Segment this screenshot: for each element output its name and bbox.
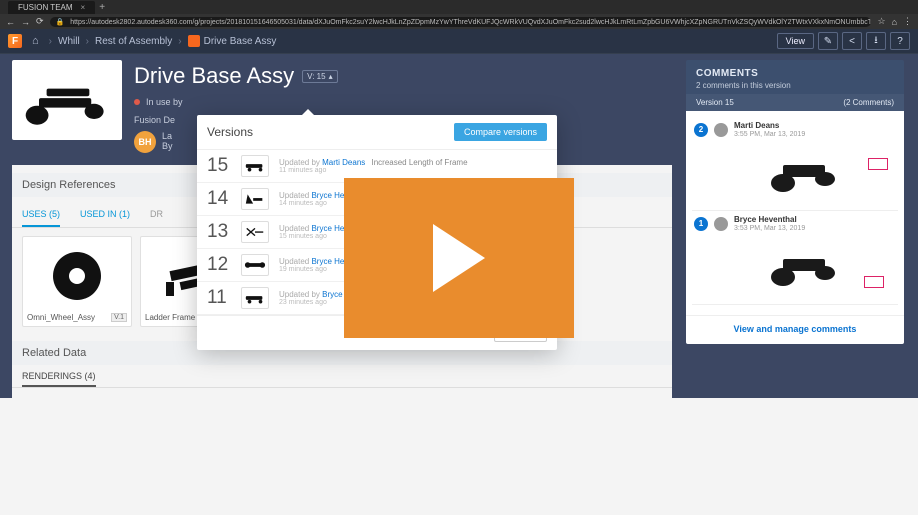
view-manage-comments-link[interactable]: View and manage comments [686, 315, 904, 344]
comments-sub: 2 comments in this version [696, 81, 894, 90]
version-thumb-icon [241, 188, 269, 210]
comments-panel: COMMENTS 2 comments in this version Vers… [686, 60, 904, 344]
version-badge[interactable]: V: 15▴ [302, 70, 337, 83]
comments-count: (2 Comments) [843, 98, 894, 107]
crumb-whill[interactable]: Whill [58, 36, 80, 47]
version-desc: Increased Length of Frame [369, 158, 467, 167]
version-number: 14 [207, 188, 231, 210]
card-version: V.1 [111, 313, 127, 322]
version-thumb-icon [241, 287, 269, 309]
comment-number: 1 [694, 217, 708, 231]
version-user: Marti Deans [322, 158, 365, 167]
comment-thumbnail [714, 142, 890, 202]
version-time: 11 minutes ago [279, 167, 468, 174]
card-name: Omni_Wheel_Assy [27, 313, 95, 322]
share-icon[interactable]: < [842, 32, 862, 50]
app-header: F ⌂ ›Whill ›Rest of Assembly ›Drive Base… [0, 29, 918, 54]
new-tab-button[interactable]: + [99, 2, 105, 13]
play-icon [433, 224, 485, 292]
version-number: 12 [207, 254, 231, 276]
comment-time: 3:53 PM, Mar 13, 2019 [734, 225, 805, 232]
breadcrumb: ›Whill ›Rest of Assembly ›Drive Base Ass… [49, 35, 277, 47]
lock-icon: 🔒 [56, 19, 65, 26]
version-number: 13 [207, 221, 231, 243]
status-dot-icon [134, 99, 140, 105]
comments-version-label: Version 15 [696, 98, 734, 107]
version-thumb-icon [241, 155, 269, 177]
close-icon[interactable]: × [81, 3, 86, 12]
tab-renderings[interactable]: RENDERINGS (4) [22, 371, 96, 387]
play-button[interactable] [344, 178, 574, 338]
comment-number: 2 [694, 123, 708, 137]
browser-tab[interactable]: FUSION TEAM × [8, 1, 95, 14]
tab-drawings[interactable]: DR [150, 203, 163, 227]
back-icon[interactable]: ← [6, 17, 15, 27]
help-icon[interactable]: ? [890, 32, 910, 50]
forward-icon[interactable]: → [21, 17, 30, 27]
comments-heading: COMMENTS [696, 68, 894, 79]
inuse-label: In use by [146, 97, 183, 107]
reload-icon[interactable]: ⟳ [36, 16, 44, 27]
crumb-current: Drive Base Assy [188, 35, 277, 47]
comment-item[interactable]: 2 Marti Deans3:55 PM, Mar 13, 2019 [692, 117, 898, 211]
tab-title: FUSION TEAM [18, 3, 73, 12]
versions-heading: Versions [207, 125, 253, 139]
menu-icon[interactable]: ⋮ [903, 16, 912, 27]
version-number: 11 [207, 287, 231, 309]
card-name: Ladder Frame A [145, 313, 202, 322]
view-button[interactable]: View [777, 33, 814, 49]
edit-icon[interactable]: ✎ [818, 32, 838, 50]
home-icon[interactable]: ⌂ [892, 17, 897, 27]
comment-author: Bryce Heventhal [734, 215, 805, 224]
version-thumb-icon [241, 221, 269, 243]
version-thumb-icon [241, 254, 269, 276]
comment-thumbnail [714, 236, 890, 296]
url-input[interactable]: 🔒 https://autodesk2802.autodesk360.com/g… [50, 17, 872, 27]
avatar [714, 217, 728, 231]
compare-versions-button[interactable]: Compare versions [454, 123, 547, 141]
crumb-rest[interactable]: Rest of Assembly [95, 36, 172, 47]
download-icon[interactable]: ⭳ [866, 32, 886, 50]
avatar [714, 123, 728, 137]
file-icon [188, 35, 200, 47]
product-thumbnail [12, 60, 122, 140]
home-icon[interactable]: ⌂ [32, 35, 39, 47]
comment-author: Marti Deans [734, 121, 805, 130]
tab-uses[interactable]: USES (5) [22, 203, 60, 227]
browser-tab-strip: FUSION TEAM × + [0, 0, 918, 14]
tab-usedin[interactable]: USED IN (1) [80, 203, 130, 227]
browser-url-bar: ← → ⟳ 🔒 https://autodesk2802.autodesk360… [0, 14, 918, 29]
page-title: Drive Base Assy [134, 63, 294, 89]
version-number: 15 [207, 155, 231, 177]
ref-card[interactable]: Omni_Wheel_Assy V.1 [22, 236, 132, 327]
avatar[interactable]: BH [134, 131, 156, 153]
star-icon[interactable]: ☆ [877, 16, 885, 27]
comment-item[interactable]: 1 Bryce Heventhal3:53 PM, Mar 13, 2019 [692, 211, 898, 305]
brand-logo[interactable]: F [8, 34, 22, 48]
comment-time: 3:55 PM, Mar 13, 2019 [734, 131, 805, 138]
chevron-up-icon: ▴ [329, 72, 333, 81]
